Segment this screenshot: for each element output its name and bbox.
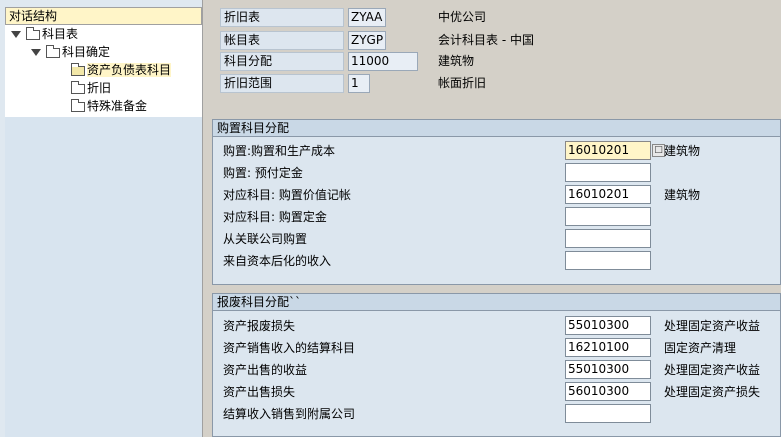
account-allocation-desc: 建筑物 xyxy=(438,54,475,68)
offset-acq-value-label: 对应科目: 购置价值记帐 xyxy=(223,188,351,202)
sale-gain-field[interactable]: 55010300 xyxy=(565,360,651,379)
affiliated-sale-field[interactable] xyxy=(565,404,651,423)
sale-loss-label: 资产出售损失 xyxy=(223,385,296,399)
dialog-structure-panel: 对话结构 科目表 科目确定 资产负债表科目 折旧 特殊准备金 xyxy=(0,0,205,437)
folder-icon xyxy=(46,44,60,58)
depreciation-area-label: 折旧范围 xyxy=(220,74,344,93)
folder-icon xyxy=(26,26,40,40)
retirement-account-group: 报废科目分配`` 资产报废损失 55010300 处理固定资产收益 资产销售收入… xyxy=(212,293,781,437)
affiliated-acq-field[interactable] xyxy=(565,229,651,248)
chart-of-accounts-label: 帐目表 xyxy=(220,31,344,50)
acq-down-payment-field[interactable] xyxy=(565,163,651,182)
account-allocation-field[interactable]: 11000 xyxy=(348,52,418,71)
folder-icon xyxy=(71,80,85,94)
account-allocation-label: 科目分配 xyxy=(220,52,344,71)
tree-node-special-reserves[interactable]: 特殊准备金 xyxy=(71,97,147,115)
offset-acq-value-field[interactable]: 16010201 xyxy=(565,185,651,204)
depreciation-table-desc: 中优公司 xyxy=(438,10,487,24)
detail-panel: 折旧表 ZYAA 中优公司 帐目表 ZYGP 会计科目表 - 中国 科目分配 1… xyxy=(212,0,781,437)
retirement-loss-desc: 处理固定资产收益 xyxy=(664,319,761,333)
affiliated-sale-label: 结算收入销售到附属公司 xyxy=(223,407,356,421)
tree-empty-area xyxy=(5,117,202,437)
folder-icon xyxy=(71,98,85,112)
tree-node-chart-of-accounts[interactable]: 科目表 xyxy=(11,25,78,43)
acq-cost-label: 购置:购置和生产成本 xyxy=(223,144,336,158)
affiliated-acq-label: 从关联公司购置 xyxy=(223,232,308,246)
chart-of-accounts-field[interactable]: ZYGP xyxy=(348,31,386,50)
acquisition-account-group: 购置科目分配 购置:购置和生产成本 16010201 □ 建筑物 购置: 预付定… xyxy=(212,119,781,285)
sale-gain-label: 资产出售的收益 xyxy=(223,363,308,377)
retirement-loss-field[interactable]: 55010300 xyxy=(565,316,651,335)
depreciation-table-label: 折旧表 xyxy=(220,8,344,27)
depreciation-table-field[interactable]: ZYAA xyxy=(348,8,386,27)
sale-gain-desc: 处理固定资产收益 xyxy=(664,363,761,377)
sale-clearing-field[interactable]: 16210100 xyxy=(565,338,651,357)
offset-acq-value-desc: 建筑物 xyxy=(664,188,701,202)
capitalization-revenue-field[interactable] xyxy=(565,251,651,270)
retirement-loss-label: 资产报废损失 xyxy=(223,319,296,333)
acq-cost-desc: 建筑物 xyxy=(664,144,701,158)
sale-loss-desc: 处理固定资产损失 xyxy=(664,385,761,399)
expand-triangle-icon[interactable] xyxy=(11,31,21,38)
sale-clearing-desc: 固定资产清理 xyxy=(664,341,737,355)
tree-node-account-determination[interactable]: 科目确定 xyxy=(31,43,110,61)
expand-triangle-icon[interactable] xyxy=(31,49,41,56)
sale-loss-field[interactable]: 56010300 xyxy=(565,382,651,401)
tree-node-balance-sheet-accounts[interactable]: 资产负债表科目 xyxy=(71,61,172,79)
acq-cost-field[interactable]: 16010201 xyxy=(565,141,651,160)
sale-clearing-label: 资产销售收入的结算科目 xyxy=(223,341,356,355)
dialog-structure-title: 对话结构 xyxy=(5,7,202,25)
tree-node-depreciation[interactable]: 折旧 xyxy=(71,79,111,97)
offset-down-payment-field[interactable] xyxy=(565,207,651,226)
depreciation-area-desc: 帐面折旧 xyxy=(438,76,487,90)
panel-splitter[interactable] xyxy=(202,0,208,437)
capitalization-revenue-label: 来自资本后化的收入 xyxy=(223,254,332,268)
offset-down-payment-label: 对应科目: 购置定金 xyxy=(223,210,327,224)
depreciation-area-field[interactable]: 1 xyxy=(348,74,370,93)
open-folder-icon xyxy=(71,62,85,76)
chart-of-accounts-desc: 会计科目表 - 中国 xyxy=(438,33,534,47)
acq-down-payment-label: 购置: 预付定金 xyxy=(223,166,303,180)
retirement-group-title: 报废科目分配`` xyxy=(213,294,780,311)
navigation-tree: 科目表 科目确定 资产负债表科目 折旧 特殊准备金 xyxy=(5,25,202,117)
acquisition-group-title: 购置科目分配 xyxy=(213,120,780,137)
